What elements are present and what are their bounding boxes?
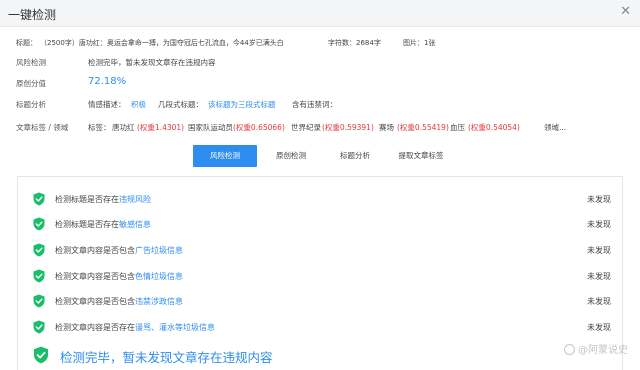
check-result: 未发现 (587, 246, 611, 255)
check-text: 检测标题是否存在敏感信息 (55, 219, 151, 230)
check-highlight: 敏感信息 (119, 220, 151, 229)
check-text: 检测文章内容是否包含违禁涉政信息 (55, 296, 183, 307)
final-result: 检测完毕，暂未发现文章存在违规内容 (33, 345, 593, 365)
shield-check-icon (33, 320, 45, 334)
emotion-value: 积极 (131, 100, 146, 109)
meta-title-label: 标题： (16, 39, 37, 47)
originality-label: 原创分值 (16, 79, 46, 88)
tab-originality-check[interactable]: 原创检测 (265, 145, 317, 167)
paragraph-label: 几段式标题： (158, 100, 203, 109)
tag-weight: (权重0.59391) (322, 123, 374, 132)
check-result: 未发现 (587, 323, 611, 332)
tag-name: 唐功红 (112, 123, 135, 132)
check-result: 未发现 (587, 272, 611, 281)
shield-check-icon (33, 346, 49, 364)
shield-check-icon (33, 294, 45, 308)
tags-row: 文章标签 / 领域 标签： 唐功红 (权重1.4301) 国家队运动员 (权重0… (16, 122, 616, 134)
check-result: 未发现 (587, 220, 611, 229)
check-highlight: 违禁涉政信息 (135, 297, 183, 306)
tab-extract-tags[interactable]: 提取文章标签 (389, 145, 453, 167)
watermark: @阿蒙说史 (564, 341, 628, 356)
shield-check-icon (33, 192, 45, 206)
check-text: 检测文章内容是否包含广告垃圾信息 (55, 245, 183, 256)
tag-weight: (权重0.54054) (468, 123, 520, 132)
meta-word-count: 字符数：2684字 (328, 39, 381, 47)
title-analysis-label: 标题分析 (16, 100, 46, 109)
tag-name: 血压 (450, 123, 465, 132)
check-prefix: 检测标题是否存在 (55, 220, 119, 229)
tag-weight: (权重0.55419) (397, 123, 449, 132)
dialog-title: 一键检测 (8, 8, 57, 22)
banned-words-label: 含有违禁词： (292, 100, 337, 109)
check-item: 检测标题是否存在违规风险 未发现 (33, 191, 613, 207)
check-result: 未发现 (587, 297, 611, 306)
check-result: 未发现 (587, 195, 611, 204)
article-meta: 标题： （2500字）唐功红：奥运会拿命一搏，为国夺冠后七孔流血，今44岁已满头… (16, 38, 626, 50)
tags-section-label: 文章标签 / 领域 (16, 123, 69, 132)
check-text: 检测标题是否存在违规风险 (55, 194, 151, 205)
check-prefix: 检测文章内容是否包含 (55, 246, 135, 255)
check-item: 检测文章内容是否包含色情垃圾信息 未发现 (33, 268, 613, 284)
check-highlight: 广告垃圾信息 (135, 246, 183, 255)
shield-check-icon (33, 217, 45, 231)
check-prefix: 检测文章内容是否包含 (55, 297, 135, 306)
originality-value: 72.18% (88, 76, 127, 87)
risk-check-panel: 检测标题是否存在违规风险 未发现 检测标题是否存在敏感信息 未发现 检测文章内容… (17, 176, 623, 370)
close-icon[interactable]: ✕ (620, 5, 631, 19)
tags-label: 标签： (88, 123, 111, 132)
check-text: 检测文章内容是否包含色情垃圾信息 (55, 271, 183, 282)
check-item: 检测文章内容是否包含广告垃圾信息 未发现 (33, 242, 613, 258)
shield-check-icon (33, 243, 45, 257)
domain-label: 领域... (544, 123, 567, 132)
watermark-text: @阿蒙说史 (578, 345, 628, 356)
tag-name: 国家队运动员 (188, 123, 233, 132)
tab-risk-check[interactable]: 风险检测 (193, 145, 257, 167)
final-message: 检测完毕，暂未发现文章存在违规内容 (60, 350, 273, 365)
tag-name: 赛场 (379, 123, 394, 132)
tag-weight: (权重1.4301) (137, 123, 185, 132)
shield-check-icon (33, 269, 45, 283)
check-highlight: 色情垃圾信息 (135, 272, 183, 281)
check-item: 检测标题是否存在敏感信息 未发现 (33, 216, 613, 232)
emotion-label: 情感描述： (88, 100, 126, 109)
risk-value: 检测完毕，暂未发现文章存在违规内容 (88, 58, 216, 67)
check-highlight: 违规风险 (119, 195, 151, 204)
check-prefix: 检测标题是否存在 (55, 195, 119, 204)
paragraph-value: 该标题为三段式标题 (208, 100, 276, 109)
risk-label: 风险检测 (16, 58, 46, 67)
check-prefix: 检测文章内容是否存在 (55, 323, 135, 332)
meta-images: 图片：1张 (403, 39, 436, 47)
meta-title-value: （2500字）唐功红：奥运会拿命一搏，为国夺冠后七孔流血，今44岁已满头白 (40, 39, 284, 47)
check-text: 检测文章内容是否存在谩骂、灌水等垃圾信息 (55, 322, 215, 333)
check-highlight: 谩骂、灌水等垃圾信息 (135, 323, 215, 332)
tab-title-analysis[interactable]: 标题分析 (329, 145, 381, 167)
check-item: 检测文章内容是否存在谩骂、灌水等垃圾信息 未发现 (33, 319, 613, 335)
watermark-logo-icon (564, 344, 575, 355)
check-prefix: 检测文章内容是否包含 (55, 272, 135, 281)
tag-weight: (权重0.65066) (233, 123, 285, 132)
check-item: 检测文章内容是否包含违禁涉政信息 未发现 (33, 293, 613, 309)
dialog-titlebar: 一键检测 ✕ (0, 0, 640, 27)
tag-name: 世界纪录 (291, 123, 321, 132)
